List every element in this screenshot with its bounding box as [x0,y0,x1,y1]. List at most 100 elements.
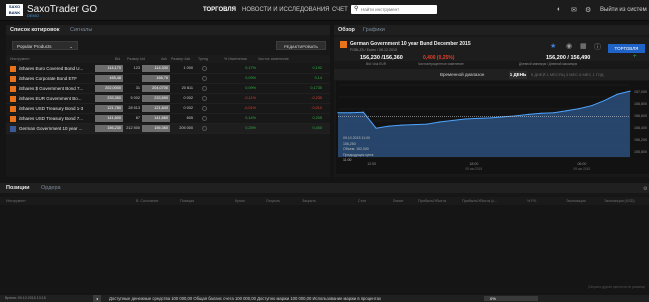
watchlist-row[interactable]: iShares $ Government Bond 7... 202,0000 … [6,84,330,94]
ask-price[interactable]: 204,0700 [142,85,170,92]
watchlist-row[interactable]: iShares USD Treasury Bond 1-3 121,780 28… [6,104,330,114]
bid-price[interactable]: 202,0000 [95,85,123,92]
instrument-name: iShares Corporate Bond ETF [19,76,78,81]
mail-icon[interactable]: ✉ [571,6,577,14]
ask-price[interactable]: 156,360 [142,125,170,132]
ask-size: 20 811 [181,86,193,90]
col-instrument[interactable]: Инструмент [6,199,26,203]
col-position[interactable]: Позиция [180,199,194,203]
watchlist-row[interactable]: iShares Corporate Bond ETF 165,48 166,76… [6,74,330,84]
watchlist-row[interactable]: iShares USD Treasury Bond 7... 141,600 8… [6,114,330,124]
collapse-button[interactable]: ◂ [93,295,101,302]
ask-price[interactable]: 233,590 [142,95,170,102]
col-status[interactable]: В. Состояние [136,199,158,203]
flag-icon [10,95,16,102]
star-icon[interactable]: ★ [550,42,556,50]
positions-header [0,183,649,193]
day-range-value: 156,200 / 156,490 [546,55,591,61]
ask-price[interactable]: 114,330 [142,65,170,72]
col-net-change[interactable]: Чистое изменение [258,57,289,61]
trade-button[interactable]: ТОРГОВЛЯ [608,44,645,53]
col-ask[interactable]: Ask [161,57,167,61]
col-exposure[interactable]: Экспозиция [566,199,586,203]
saxo-logo[interactable]: SAXO BANK [6,4,23,16]
col-bought[interactable]: Купил [235,199,245,203]
info-icon[interactable]: ⓘ [594,42,601,52]
chevron-down-icon: ⌄ [69,44,73,49]
col-pnl[interactable]: Прибыль/Убыток [418,199,446,203]
col-pct-change[interactable]: % Изменения [224,57,247,61]
chart-point [616,93,618,95]
bid-price[interactable]: 141,600 [95,115,123,122]
ask-price[interactable]: 166,76 [142,75,170,82]
settings-icon[interactable]: ⚙ [643,186,647,192]
nav-account[interactable]: СЧЕТ [332,7,348,13]
tab-charts[interactable]: Графики [363,27,385,33]
ask-size: 0 002 [183,96,193,100]
bid-ask-label: Bid / Ask EUR [366,62,387,66]
instrument-name: German Government 10 year ... [19,126,83,131]
pct-change: -0,11% [244,96,256,100]
positions-note: (Опции и другие ценности не указаны) [588,285,646,289]
watchlist-row-selected[interactable]: German Government 10 year ... 156,230 21… [6,124,330,134]
bell-icon[interactable]: ◉ [566,42,572,50]
time-range-1day[interactable]: 1 ДЕНЬ [509,71,527,79]
col-stop[interactable]: Стоп [358,199,366,203]
bid-price[interactable]: 121,780 [95,105,123,112]
bid-price[interactable]: 233,350 [95,95,123,102]
moon-icon[interactable]: ◐ [557,6,561,13]
overview-title[interactable]: Обзор [338,27,355,33]
gear-icon[interactable]: ⚙ [585,6,591,14]
plus-icon[interactable]: + [633,54,637,60]
chart-point [553,112,555,114]
margin-usage-pct: 0% [490,296,496,301]
col-instrument[interactable]: Инструмент [10,57,30,61]
tab-orders[interactable]: Ордера [41,185,61,191]
watchlist-title[interactable]: Список котировок [10,27,60,33]
instrument-title: German Government 10 year Bund December … [350,41,471,47]
logout-link[interactable]: Выйти из систем [600,7,647,13]
col-bid-size[interactable]: Размер bid [127,57,145,61]
nav-trade[interactable]: ТОРГОВЛЯ [203,7,236,13]
col-ask-size[interactable]: Размер Ask [171,57,190,61]
search-input[interactable] [361,6,435,13]
time-range-options[interactable]: 5 ДНЕЙ 1 МЕСЯЦ 3 МЕС 6 МЕС 1 ГОД [531,72,603,77]
chart-point [464,118,466,120]
pct-change: 0,25% [245,126,256,130]
bid-price[interactable]: 114,170 [95,65,123,72]
col-limit[interactable]: Лимит [393,199,404,203]
watchlist-row[interactable]: iShares EUR Government Bo... 233,350 5 0… [6,94,330,104]
watchlist-select[interactable]: Popular Products ⌄ [12,41,78,50]
col-close[interactable]: Закрыть [302,199,316,203]
nav-news-research[interactable]: НОВОСТИ И ИССЛЕДОВАНИЯ [242,7,329,13]
trend-icon [202,85,207,91]
chart-icon[interactable]: ▦ [580,42,587,50]
ask-price[interactable]: 141,660 [142,115,170,122]
instrument-subtitle: FGBLZ5 / Eurex / 08.12.2015 [350,48,397,52]
day-range-label: Дневной минимум / Дневной максимум [519,62,578,66]
col-bid[interactable]: Bid [115,57,120,61]
col-exposure-usd[interactable]: Экспозиция (USD) [604,199,635,203]
edit-watchlist-button[interactable]: РЕДАКТИРОВАТЬ [276,41,326,50]
col-open[interactable]: Открыть [266,199,280,203]
tab-signals[interactable]: Сигналы [70,27,92,33]
trend-icon [202,65,207,71]
col-trend[interactable]: Тренд [198,57,208,61]
price-chart[interactable]: 157,000 156,800 156,600 156,400 156,200 155,8… [336,81,649,174]
bid-price[interactable]: 156,230 [95,125,123,132]
instrument-name: iShares USD Treasury Bond 7... [19,116,84,121]
server-time: Время: 09.10.2015 13:15 [5,296,46,300]
col-pnl-pct[interactable]: % P/L [527,199,537,203]
bid-price[interactable]: 165,48 [95,75,123,82]
y-tick-label: 156,600 [634,114,647,118]
instrument-name: iShares Euro Covered Bond U... [19,66,84,71]
flag-icon [10,65,16,72]
ask-price[interactable]: 121,840 [142,105,170,112]
chart-point [629,90,631,92]
watchlist-row[interactable]: iShares Euro Covered Bond U... 114,170 1… [6,64,330,74]
positions-title[interactable]: Позиции [6,185,30,191]
x-date-label: 09.oкт.2015 [465,167,482,171]
time-range-label: Временной диапазон [440,72,485,77]
pct-change: 0,14% [245,116,256,120]
col-pnl-account[interactable]: Прибыль/Убыток (с... [462,199,497,203]
